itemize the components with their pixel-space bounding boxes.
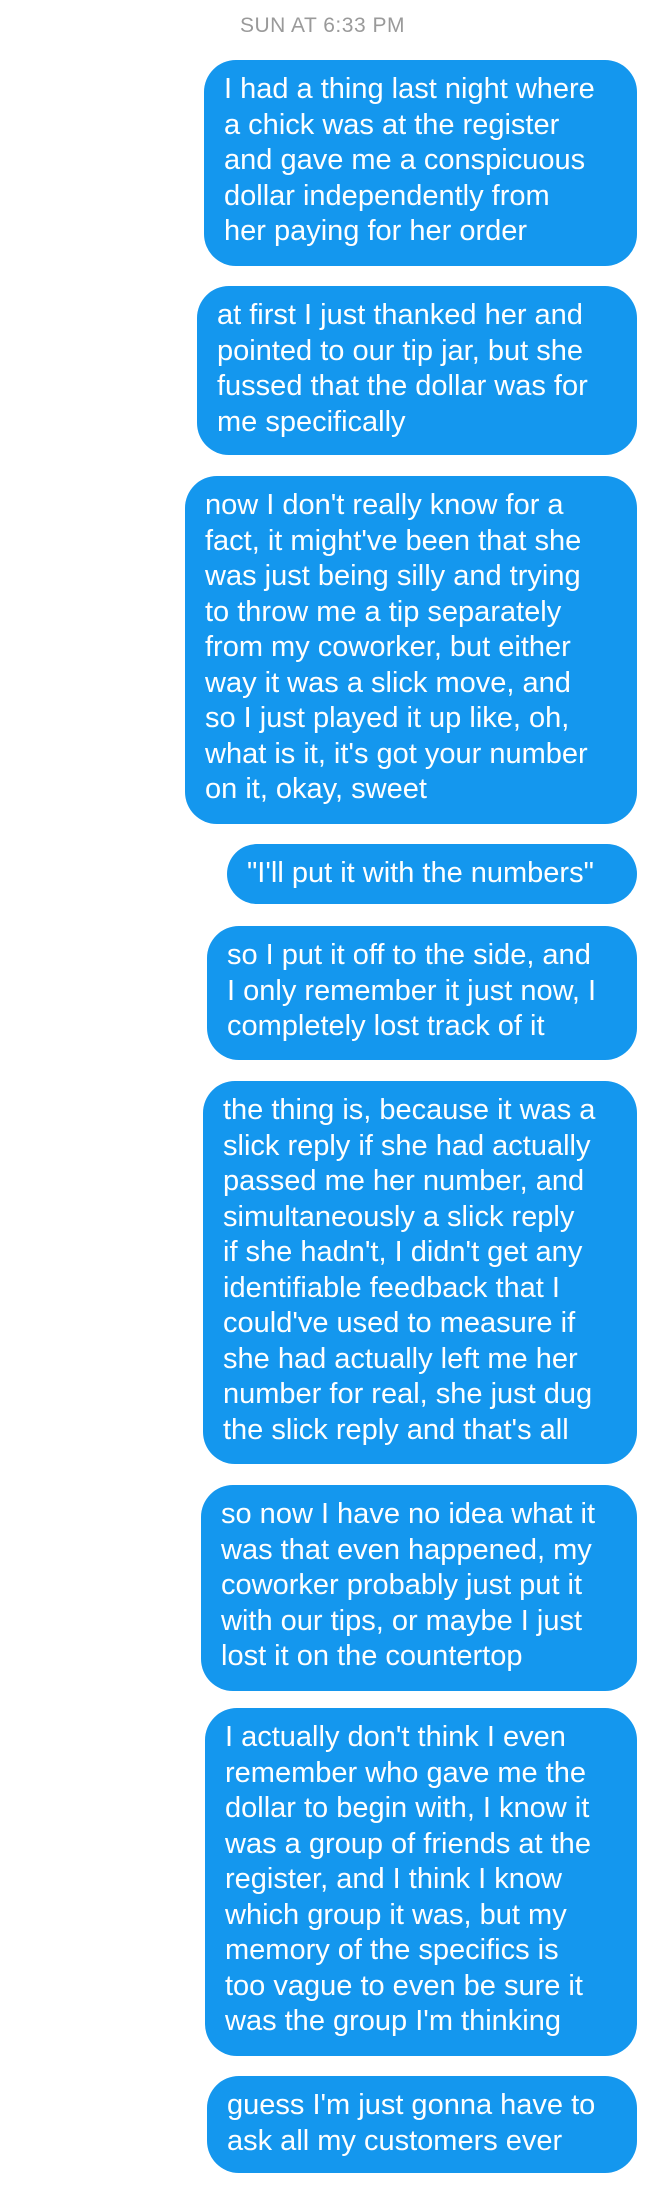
message-bubble[interactable]: now I don't really know for a fact, it m…	[185, 476, 637, 824]
message-bubble[interactable]: at first I just thanked her and pointed …	[197, 286, 637, 455]
message-bubble[interactable]: guess I'm just gonna have to ask all my …	[207, 2076, 637, 2173]
message-bubble[interactable]: the thing is, because it was a slick rep…	[203, 1081, 637, 1464]
message-bubble[interactable]: so now I have no idea what it was that e…	[201, 1485, 637, 1691]
conversation-timestamp: SUN AT 6:33 PM	[240, 14, 405, 37]
message-bubble[interactable]: I actually don't think I even remember w…	[205, 1708, 637, 2056]
message-bubble[interactable]: I had a thing last night where a chick w…	[204, 60, 637, 266]
message-bubble[interactable]: "I'll put it with the numbers"	[227, 844, 637, 904]
message-bubble[interactable]: so I put it off to the side, and I only …	[207, 926, 637, 1060]
